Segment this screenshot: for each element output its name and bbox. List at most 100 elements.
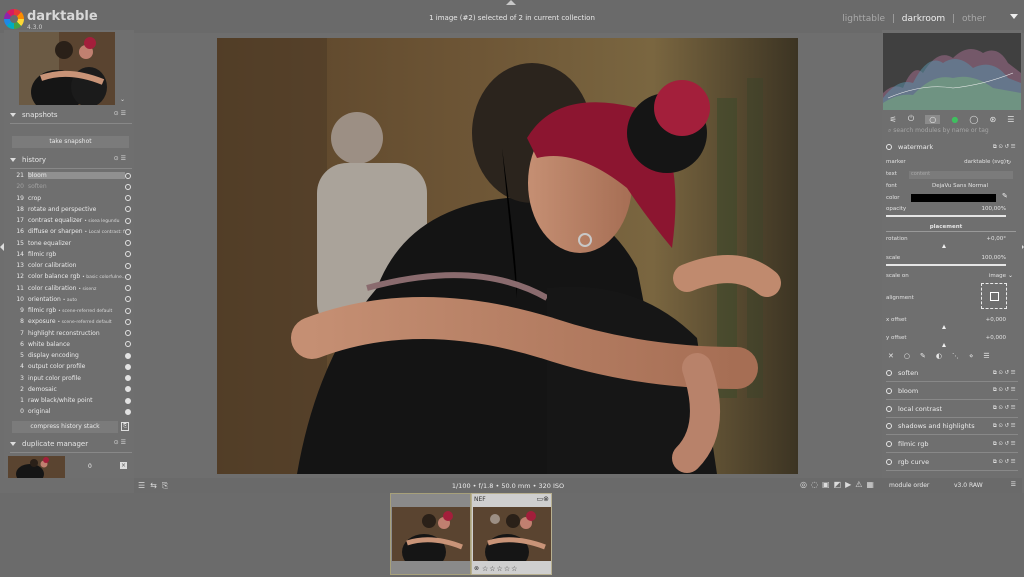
active-modules-icon[interactable]: ⏻	[908, 114, 914, 124]
history-item[interactable]: 1 raw black/white point	[12, 395, 132, 406]
power-icon[interactable]	[886, 441, 892, 448]
blend-mask-icons[interactable]: ✕○✎◐⋱⋄☰	[888, 352, 1018, 360]
take-snapshot-button[interactable]: take snapshot	[12, 136, 129, 148]
module-header[interactable]: filmic rgb ⧉⊙↺☰	[886, 438, 1019, 450]
power-icon[interactable]	[886, 144, 892, 150]
watermark-module-header[interactable]: watermark ⧉⊙↺☰	[886, 141, 1019, 153]
yoffset-slider[interactable]	[942, 343, 946, 347]
view-darkroom[interactable]: darkroom	[902, 14, 945, 24]
history-item[interactable]: 11 color calibration • sisenz	[12, 283, 132, 294]
module-options-icon[interactable]: ⊙☰	[114, 110, 128, 117]
history-item[interactable]: 20 soften	[12, 181, 132, 192]
module-header-icons[interactable]: ⧉⊙↺☰	[993, 405, 1017, 412]
scale-param[interactable]: scale 100,00%	[886, 255, 1006, 261]
font-param[interactable]: font DejaVu Sans Normal	[886, 183, 1006, 189]
duplicate-thumbnail[interactable]	[8, 456, 65, 478]
rotation-slider[interactable]	[942, 244, 946, 248]
power-icon[interactable]	[886, 387, 892, 394]
filmstrip-thumb-1[interactable]	[390, 493, 471, 575]
tone-modules-icon[interactable]: ●	[951, 115, 958, 124]
hamburger-menu-icon[interactable]: ☰	[1011, 481, 1016, 488]
watermark-text-input[interactable]: content	[909, 171, 1013, 179]
scale-on-param[interactable]: scale on image	[886, 273, 1006, 279]
module-header-icons[interactable]: ⧉⊙↺☰	[993, 423, 1017, 430]
alignment-center-icon[interactable]	[990, 292, 999, 301]
history-header[interactable]: history ⊙☰	[10, 154, 130, 166]
power-icon[interactable]	[886, 459, 892, 465]
module-options-icon[interactable]: ⊙☰	[114, 155, 128, 162]
zoom-toggle-icon[interactable]: ⌄	[120, 96, 125, 103]
history-item[interactable]: 12 color balance rgb • basic colorfulne..…	[12, 271, 132, 282]
yoffset-param[interactable]: y offset +0,000	[886, 335, 1006, 341]
power-icon[interactable]	[886, 405, 892, 412]
module-header-icons[interactable]: ⧉⊙↺☰	[993, 441, 1017, 448]
history-item[interactable]: 4 output color profile	[12, 361, 132, 372]
marker-param[interactable]: marker darktable (svg)	[886, 159, 1006, 165]
color-modules-icon[interactable]: ◯	[969, 115, 978, 124]
thumb-status-icons[interactable]: ▭⊗	[537, 495, 549, 503]
history-style-icon[interactable]: ⎘	[121, 422, 129, 431]
history-item[interactable]: 3 input color profile	[12, 373, 132, 384]
module-header-icons[interactable]: ⧉⊙↺☰	[993, 370, 1017, 377]
refresh-icon[interactable]: ↻	[1006, 159, 1011, 166]
reject-icon[interactable]: ⊗	[474, 565, 479, 572]
color-swatch[interactable]	[911, 194, 996, 202]
module-header[interactable]: bloom ⧉⊙↺☰	[886, 385, 1019, 397]
history-item[interactable]: 17 contrast equalizer • sisea legundu	[12, 215, 132, 226]
history-item[interactable]: 15 tone equalizer	[12, 238, 132, 249]
history-item[interactable]: 5 display encoding	[12, 350, 132, 361]
view-other[interactable]: other	[962, 14, 986, 24]
rotation-param[interactable]: rotation +0,00°	[886, 236, 1006, 242]
opacity-slider[interactable]	[886, 215, 1006, 217]
module-header[interactable]: rgb curve ⧉⊙↺☰	[886, 456, 1019, 468]
xoffset-slider[interactable]	[942, 325, 946, 329]
scale-slider[interactable]	[886, 264, 1006, 266]
alignment-grid[interactable]	[981, 283, 1007, 309]
delete-duplicate-icon[interactable]: ×	[120, 462, 127, 469]
chevron-down-icon[interactable]	[1010, 14, 1018, 19]
module-header[interactable]: soften ⧉⊙↺☰	[886, 367, 1019, 379]
snapshots-header[interactable]: snapshots ⊙☰	[10, 109, 130, 121]
duplicate-manager-header[interactable]: duplicate manager ⊙☰	[10, 438, 130, 450]
base-modules-icon[interactable]: ○	[925, 114, 941, 124]
history-item[interactable]: 10 orientation • auto	[12, 294, 132, 305]
history-item[interactable]: 13 color calibration	[12, 260, 132, 271]
module-header[interactable]: local contrast ⧉⊙↺☰	[886, 403, 1019, 415]
color-picker-icon[interactable]: ✎	[1002, 192, 1008, 200]
history-item[interactable]: 14 filmic rgb	[12, 249, 132, 260]
module-search-input[interactable]: ⌕ search modules by name or tag	[888, 127, 1018, 136]
history-item[interactable]: 16 diffuse or sharpen • Local contrast: f…	[12, 226, 132, 237]
view-tools-icons[interactable]: ◎◌▣◩▶⚠▦	[800, 480, 878, 489]
compress-history-button[interactable]: compress history stack	[12, 421, 118, 433]
effects-modules-icon[interactable]: ⊛	[989, 115, 996, 124]
histogram[interactable]	[883, 33, 1021, 110]
star-rating[interactable]: ☆☆☆☆☆	[482, 565, 518, 573]
module-order-value[interactable]: v3.0 RAW	[954, 482, 983, 489]
view-lighttable[interactable]: lighttable	[842, 14, 885, 24]
collapse-top-arrow-icon[interactable]	[506, 0, 516, 5]
history-item[interactable]: 7 highlight reconstruction	[12, 328, 132, 339]
power-icon[interactable]	[886, 370, 892, 376]
history-item[interactable]: 19 crop	[12, 193, 132, 204]
module-header[interactable]: shadows and highlights ⧉⊙↺☰	[886, 420, 1019, 432]
xoffset-param[interactable]: x offset +0,000	[886, 317, 1006, 323]
module-header-icons[interactable]: ⧉⊙↺☰	[993, 387, 1017, 394]
history-item[interactable]: 2 demosaic	[12, 384, 132, 395]
opacity-param[interactable]: opacity 100,00%	[886, 206, 1006, 212]
quick-panel-icon[interactable]: ⚟	[890, 115, 897, 124]
history-item[interactable]: 0 original	[12, 406, 132, 417]
navigation-thumbnail[interactable]	[19, 32, 115, 105]
module-header-icons[interactable]: ⧉⊙↺☰	[993, 459, 1017, 466]
history-item[interactable]: 18 rotate and perspective	[12, 204, 132, 215]
main-photo[interactable]	[217, 38, 798, 474]
history-item[interactable]: 6 white balance	[12, 339, 132, 350]
history-item[interactable]: 8 exposure • scene-referred default	[12, 316, 132, 327]
presets-menu-icon[interactable]: ☰	[1007, 115, 1014, 124]
module-header-icons[interactable]: ⧉⊙↺☰	[993, 144, 1017, 151]
power-icon[interactable]	[886, 423, 892, 430]
history-item[interactable]: 9 filmic rgb • scene-referred default	[12, 305, 132, 316]
chevron-down-icon[interactable]: ⌄	[1008, 272, 1013, 279]
filmstrip-thumb-2-selected[interactable]: NEF ▭⊗ ⊗ ☆☆☆☆☆	[471, 493, 552, 575]
module-options-icon[interactable]: ⊙☰	[114, 439, 128, 446]
history-item[interactable]: 21 bloom	[12, 170, 132, 181]
